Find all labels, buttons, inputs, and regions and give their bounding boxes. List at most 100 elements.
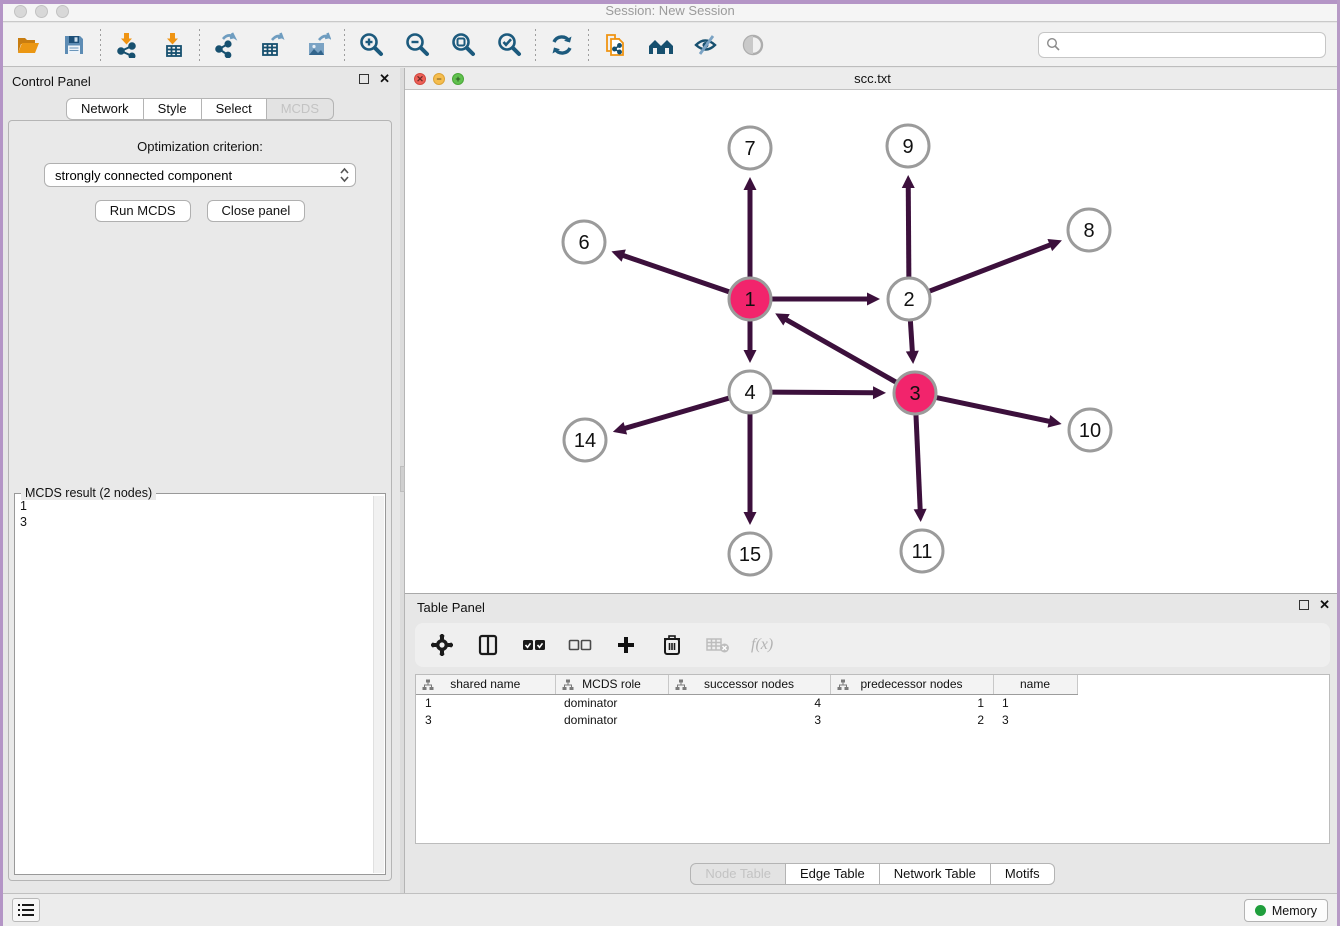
table-cell[interactable]: 1 [993,694,1077,711]
graph-node-label: 14 [574,430,596,452]
table-tabs: Node Table Edge Table Network Table Moti… [405,863,1340,885]
table-cell[interactable]: 3 [668,711,830,728]
delete-table-icon[interactable] [705,631,731,659]
close-panel-button[interactable]: Close panel [207,200,306,222]
zoom-selected-icon[interactable] [495,30,523,60]
graph-edge[interactable] [785,319,898,383]
criterion-select[interactable]: strongly connected component [44,163,356,187]
import-table-icon[interactable] [159,30,187,60]
graph-edge-arrow [906,351,919,364]
table-cell[interactable]: 1 [416,694,555,711]
result-scrollbar[interactable] [373,496,384,873]
export-network-icon[interactable] [212,30,240,60]
network-title: scc.txt [405,68,1340,90]
export-image-icon[interactable] [304,30,332,60]
table-cell[interactable]: 4 [668,694,830,711]
deselect-all-icon[interactable] [567,631,593,659]
tab-edge-table[interactable]: Edge Table [786,863,880,885]
run-mcds-button[interactable]: Run MCDS [95,200,191,222]
mcds-result-box: MCDS result (2 nodes) 1 3 [14,493,386,875]
table-cell[interactable]: 3 [993,711,1077,728]
add-row-icon[interactable] [613,631,639,659]
control-panel: Control Panel ✕ Network Style Select MCD… [0,68,400,893]
close-panel-icon[interactable]: ✕ [379,74,390,84]
show-all-icon[interactable] [739,30,767,60]
table-panel-title: Table Panel [417,600,485,615]
node-table: shared name MCDS role successor nodesprede… [416,675,1078,728]
show-columns-icon[interactable] [475,631,501,659]
control-panel-title: Control Panel [12,74,91,89]
network-maximize-icon[interactable]: + [452,73,464,85]
graph-edge-arrow [613,422,627,434]
graph-edge[interactable] [910,319,912,353]
table-cell[interactable]: 2 [830,711,993,728]
graph-edge[interactable] [770,392,875,393]
graph-node-label: 2 [903,289,914,311]
tab-network[interactable]: Network [66,98,144,120]
tab-node-table[interactable]: Node Table [690,863,786,885]
table-cell[interactable]: dominator [555,711,668,728]
table-cell[interactable]: 3 [416,711,555,728]
tab-motifs[interactable]: Motifs [991,863,1055,885]
mcds-result-text[interactable]: 1 3 [15,496,372,874]
import-network-icon[interactable] [113,30,141,60]
delete-row-icon[interactable] [659,631,685,659]
float-table-panel-icon[interactable] [1299,600,1309,610]
save-session-icon[interactable] [60,30,88,60]
table-cell[interactable]: 1 [830,694,993,711]
toolbar-separator [100,29,101,61]
search-field[interactable] [1038,32,1326,58]
function-builder-icon[interactable]: f(x) [751,636,773,654]
column-label: MCDS role [582,677,641,691]
status-bar: Memory [0,893,1340,926]
network-canvas[interactable]: 1234678910111415 [405,90,1340,593]
open-file-icon[interactable] [14,30,42,60]
table-row[interactable]: 3dominator323 [416,711,1077,728]
clone-network-icon[interactable] [601,30,629,60]
float-panel-icon[interactable] [359,74,369,84]
hide-selected-icon[interactable] [693,30,721,60]
tab-mcds[interactable]: MCDS [267,98,334,120]
column-header-1[interactable]: MCDS role [555,675,668,694]
network-close-icon[interactable]: ✕ [414,73,426,85]
optimization-criterion-label: Optimization criterion: [9,139,391,154]
toolbar-separator [588,29,589,61]
first-neighbors-icon[interactable] [647,30,675,60]
tab-style[interactable]: Style [144,98,202,120]
column-header-4[interactable]: name [993,675,1077,694]
zoom-fit-icon[interactable] [449,30,477,60]
node-table-container: shared name MCDS role successor nodesprede… [415,674,1330,844]
search-input[interactable] [1066,37,1318,52]
list-icon [18,903,34,917]
graph-node-label: 7 [744,138,755,160]
table-row[interactable]: 1dominator411 [416,694,1077,711]
table-panel: Table Panel ✕ [405,594,1340,893]
zoom-in-icon[interactable] [357,30,385,60]
select-all-icon[interactable] [521,631,547,659]
graph-edge[interactable] [928,244,1052,292]
close-table-panel-icon[interactable]: ✕ [1319,600,1330,610]
export-table-icon[interactable] [258,30,286,60]
column-header-3[interactable]: predecessor nodes [830,675,993,694]
graph-edge[interactable] [916,413,920,511]
task-history-button[interactable] [12,898,40,922]
tab-network-table[interactable]: Network Table [880,863,991,885]
apply-layout-icon[interactable] [548,30,576,60]
control-panel-tabs: Network Style Select MCDS [0,98,400,120]
graph-edge[interactable] [935,397,1051,422]
memory-button[interactable]: Memory [1244,899,1328,922]
zoom-out-icon[interactable] [403,30,431,60]
graph-edge[interactable] [908,186,909,279]
network-minimize-icon[interactable]: − [433,73,445,85]
mcds-panel: Optimization criterion: strongly connect… [8,120,392,881]
toolbar-separator [535,29,536,61]
tab-select[interactable]: Select [202,98,267,120]
column-header-2[interactable]: successor nodes [668,675,830,694]
column-header-0[interactable]: shared name [416,675,555,694]
graph-edge-arrow [867,293,880,306]
graph-edge[interactable] [623,398,730,429]
table-cell[interactable]: dominator [555,694,668,711]
graph-node-label: 15 [739,544,761,566]
graph-edge[interactable] [622,255,731,293]
settings-icon[interactable] [429,631,455,659]
